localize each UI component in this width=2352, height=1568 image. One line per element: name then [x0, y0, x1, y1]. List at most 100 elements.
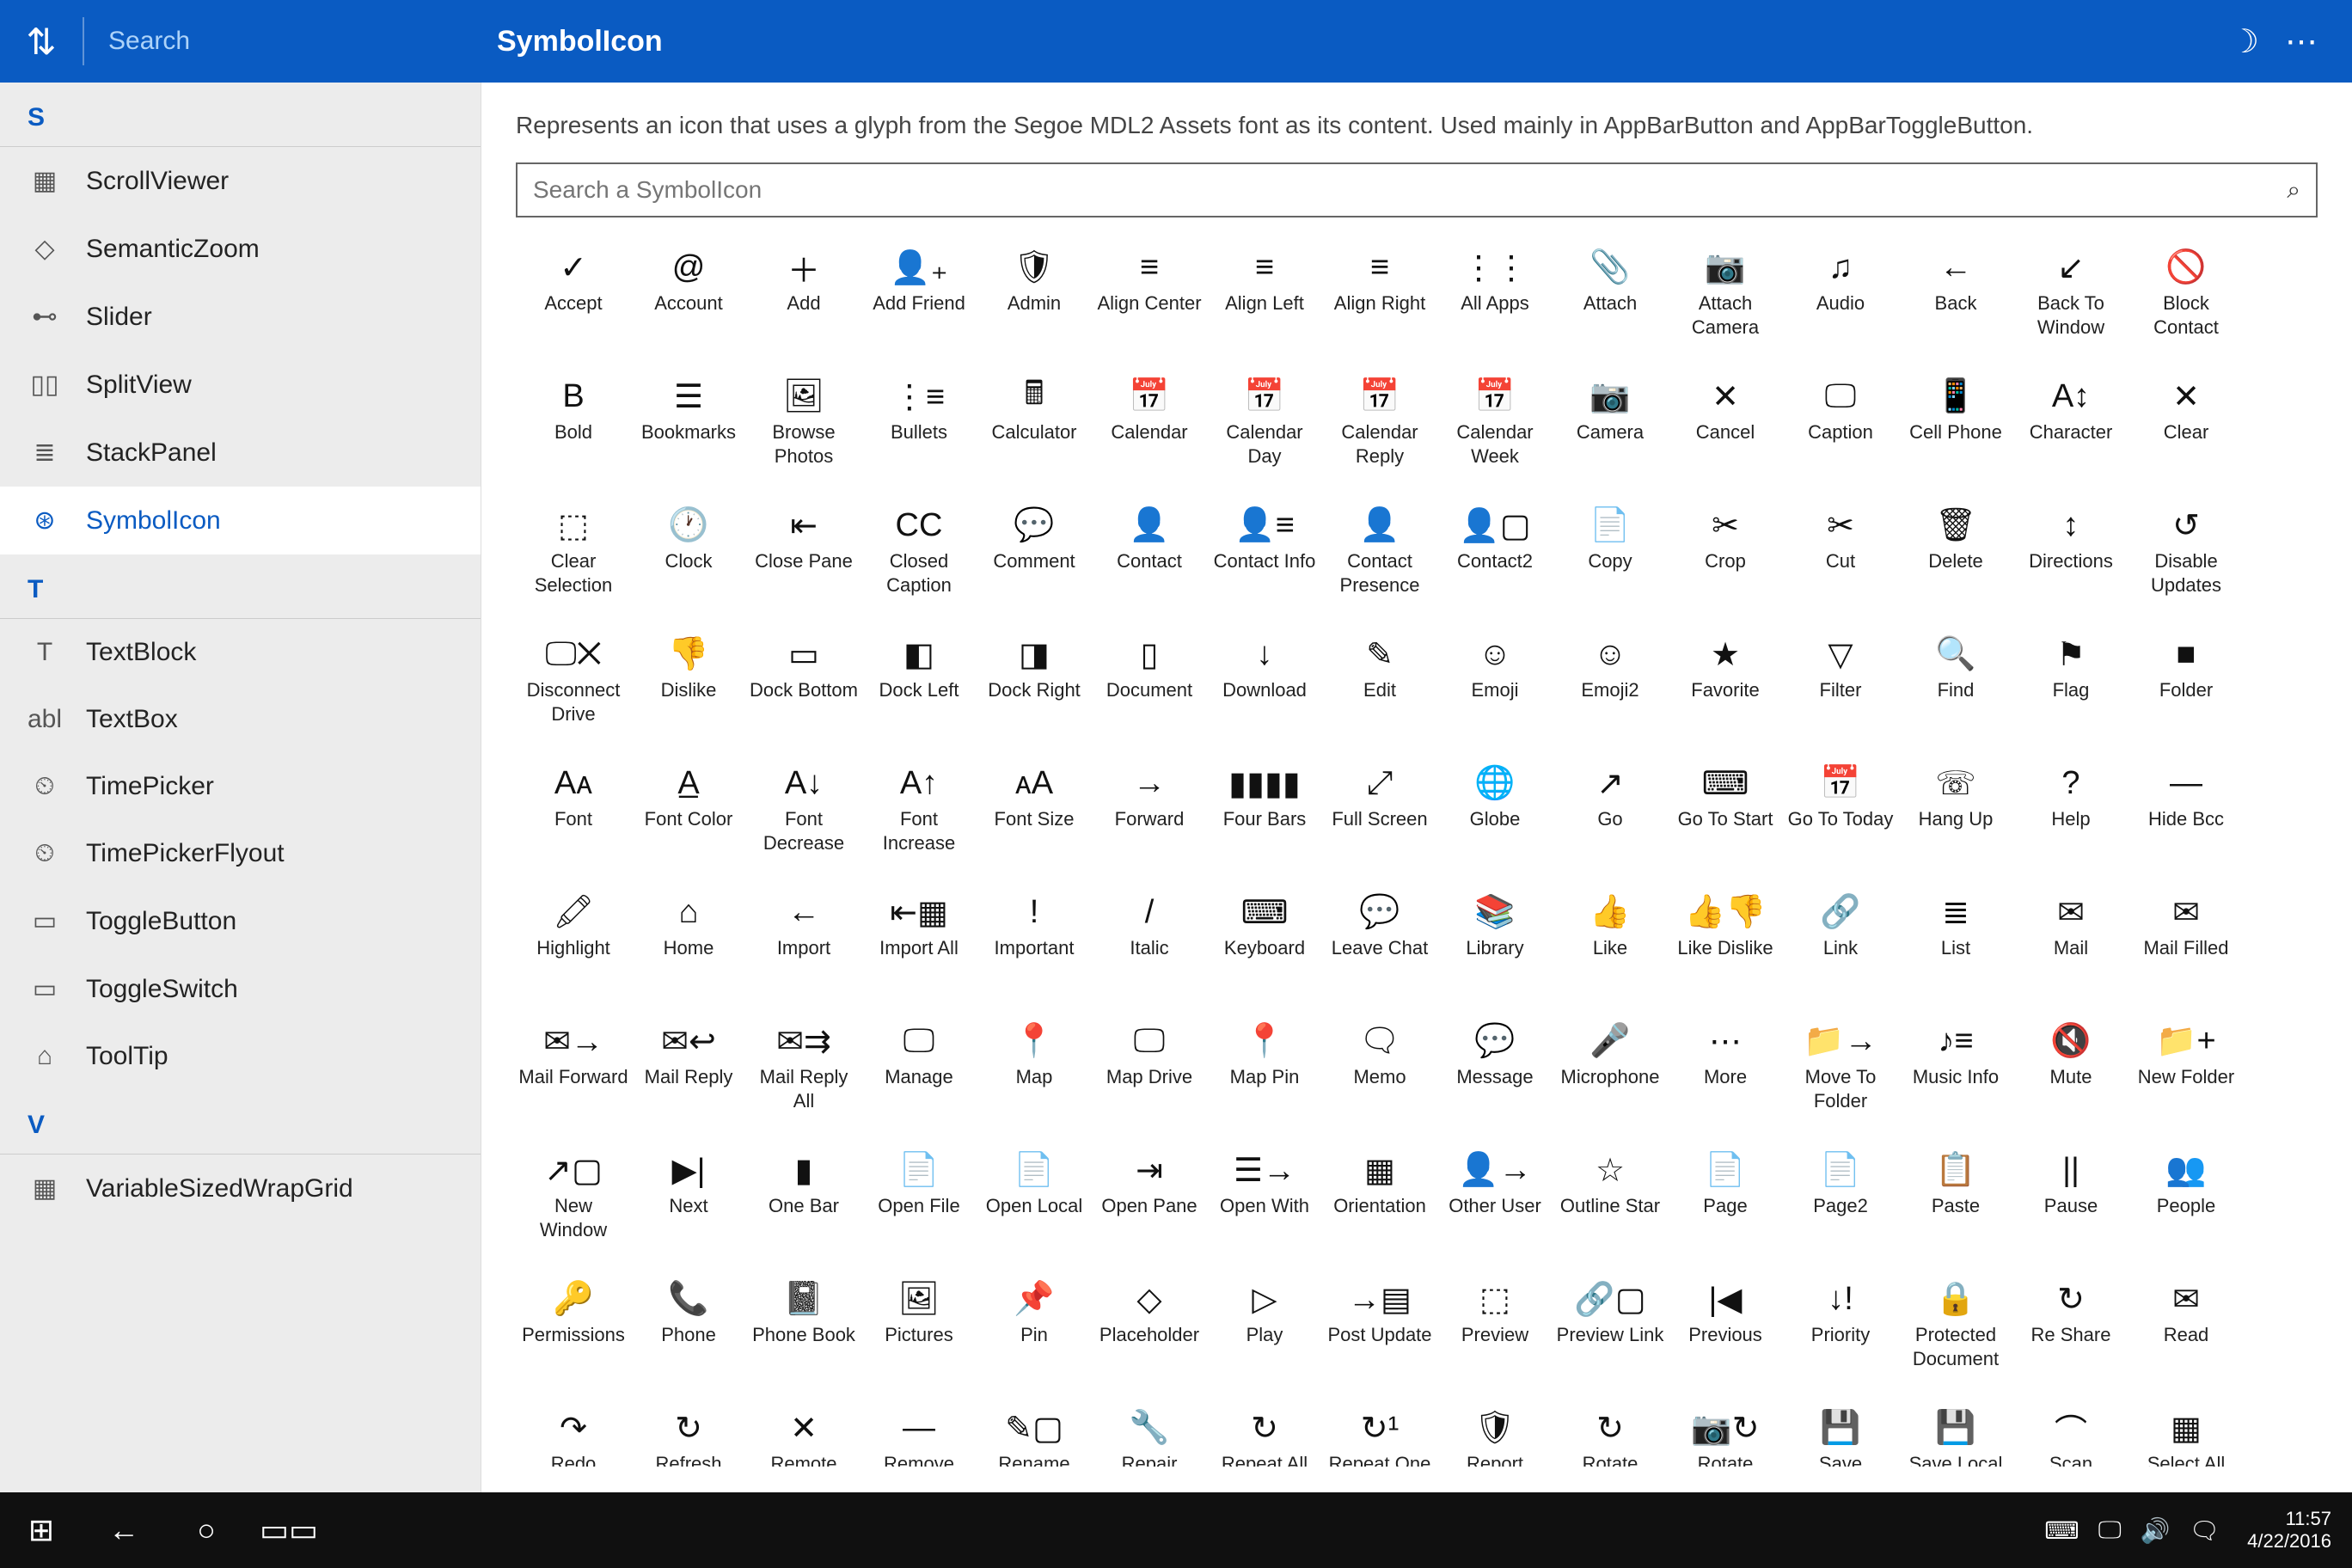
symbol-calendar-week[interactable]: 📅Calendar Week — [1437, 364, 1553, 493]
symbol-comment[interactable]: 💬Comment — [977, 493, 1092, 622]
symbol-hide-bcc[interactable]: —Hide Bcc — [2128, 750, 2244, 879]
symbol-search-box[interactable]: ⌕ — [516, 162, 2318, 217]
symbol-message[interactable]: 💬Message — [1437, 1008, 1553, 1137]
symbol-bookmarks[interactable]: ☰Bookmarks — [631, 364, 746, 493]
symbol-map-drive[interactable]: 🖵Map Drive — [1092, 1008, 1207, 1137]
symbol-bold[interactable]: BBold — [516, 364, 631, 493]
sidebar-search-placeholder[interactable]: Search — [84, 27, 480, 56]
symbol-four-bars[interactable]: ▮▮▮▮Four Bars — [1207, 750, 1322, 879]
symbol-save[interactable]: 💾Save — [1783, 1395, 1898, 1467]
symbol-like-dislike[interactable]: 👍👎Like Dislike — [1668, 879, 1783, 1008]
symbol-globe[interactable]: 🌐Globe — [1437, 750, 1553, 879]
symbol-report[interactable]: 🛡Report — [1437, 1395, 1553, 1467]
symbol-audio[interactable]: ♫Audio — [1783, 235, 1898, 364]
symbol-add[interactable]: ＋Add — [746, 235, 861, 364]
symbol-open-file[interactable]: 📄Open File — [861, 1137, 977, 1266]
tray-icon-3[interactable]: 🗨 — [2190, 1516, 2220, 1545]
symbol-important[interactable]: !Important — [977, 879, 1092, 1008]
symbol-flag[interactable]: ⚑Flag — [2013, 622, 2128, 750]
symbol-placeholder[interactable]: ◇Placeholder — [1092, 1266, 1207, 1395]
sidebar-item-toggleswitch[interactable]: ▭ToggleSwitch — [0, 955, 481, 1023]
symbol-forward[interactable]: →Forward — [1092, 750, 1207, 879]
symbol-character[interactable]: A↕Character — [2013, 364, 2128, 493]
symbol-more[interactable]: ⋯More — [1668, 1008, 1783, 1137]
symbol-calendar-day[interactable]: 📅Calendar Day — [1207, 364, 1322, 493]
symbol-calendar-reply[interactable]: 📅Calendar Reply — [1322, 364, 1437, 493]
symbol-font-increase[interactable]: A↑Font Increase — [861, 750, 977, 879]
symbol-edit[interactable]: ✎Edit — [1322, 622, 1437, 750]
symbol-calculator[interactable]: 🖩Calculator — [977, 364, 1092, 493]
symbol-outline-star[interactable]: ☆Outline Star — [1553, 1137, 1668, 1266]
symbol-preview-link[interactable]: 🔗▢Preview Link — [1553, 1266, 1668, 1395]
symbol-manage[interactable]: 🖵Manage — [861, 1008, 977, 1137]
symbol-redo[interactable]: ↷Redo — [516, 1395, 631, 1467]
symbol-mail-reply-all[interactable]: ✉⇉Mail Reply All — [746, 1008, 861, 1137]
symbol-rotate[interactable]: 📷↻Rotate — [1668, 1395, 1783, 1467]
symbol-close-pane[interactable]: ⇤Close Pane — [746, 493, 861, 622]
sidebar-item-stackpanel[interactable]: ≣StackPanel — [0, 419, 481, 487]
symbol-like[interactable]: 👍Like — [1553, 879, 1668, 1008]
symbol-directions[interactable]: ↕Directions — [2013, 493, 2128, 622]
symbol-preview[interactable]: ⬚Preview — [1437, 1266, 1553, 1395]
symbol-paste[interactable]: 📋Paste — [1898, 1137, 2013, 1266]
tray-icon-2[interactable]: 🔊 — [2141, 1516, 2171, 1545]
sidebar-item-togglebutton[interactable]: ▭ToggleButton — [0, 887, 481, 955]
symbol-rename[interactable]: ✎▢Rename — [977, 1395, 1092, 1467]
symbol-closed-caption[interactable]: CCClosed Caption — [861, 493, 977, 622]
start-button[interactable]: ⊞ — [0, 1492, 83, 1568]
sidebar-item-variablesizedwrapgrid[interactable]: ▦VariableSizedWrapGrid — [0, 1155, 481, 1222]
group-header-t[interactable]: T — [0, 554, 481, 619]
symbol-search-input[interactable] — [533, 176, 2287, 204]
symbol-disable-updates[interactable]: ↺Disable Updates — [2128, 493, 2244, 622]
symbol-re-share[interactable]: ↻Re Share — [2013, 1266, 2128, 1395]
symbol-list[interactable]: ≣List — [1898, 879, 2013, 1008]
symbol-pin[interactable]: 📌Pin — [977, 1266, 1092, 1395]
symbol-mail-reply[interactable]: ✉↩Mail Reply — [631, 1008, 746, 1137]
symbol-font[interactable]: AᴀFont — [516, 750, 631, 879]
symbol-favorite[interactable]: ★Favorite — [1668, 622, 1783, 750]
symbol-font-decrease[interactable]: A↓Font Decrease — [746, 750, 861, 879]
symbol-full-screen[interactable]: ⤢Full Screen — [1322, 750, 1437, 879]
back-button[interactable]: ← — [83, 1492, 165, 1568]
symbol-mail-filled[interactable]: ✉Mail Filled — [2128, 879, 2244, 1008]
tray-icon-0[interactable]: ⌨ — [2044, 1516, 2079, 1545]
symbol-new-window[interactable]: ↗▢New Window — [516, 1137, 631, 1266]
symbol-people[interactable]: 👥People — [2128, 1137, 2244, 1266]
symbol-calendar[interactable]: 📅Calendar — [1092, 364, 1207, 493]
symbol-font-color[interactable]: A̲Font Color — [631, 750, 746, 879]
symbol-read[interactable]: ✉Read — [2128, 1266, 2244, 1395]
symbol-download[interactable]: ↓Download — [1207, 622, 1322, 750]
taskview-button[interactable]: ▭▭ — [248, 1492, 330, 1568]
symbol-import[interactable]: ←Import — [746, 879, 861, 1008]
symbol-back[interactable]: ←Back — [1898, 235, 2013, 364]
symbol-next[interactable]: ▶|Next — [631, 1137, 746, 1266]
symbol-go-to-today[interactable]: 📅Go To Today — [1783, 750, 1898, 879]
symbol-dock-right[interactable]: ◨Dock Right — [977, 622, 1092, 750]
symbol-italic[interactable]: /Italic — [1092, 879, 1207, 1008]
symbol-find[interactable]: 🔍Find — [1898, 622, 2013, 750]
symbol-document[interactable]: ▯Document — [1092, 622, 1207, 750]
symbol-contact2[interactable]: 👤▢Contact2 — [1437, 493, 1553, 622]
symbol-emoji2[interactable]: ☺Emoji2 — [1553, 622, 1668, 750]
more-icon[interactable]: ⋯ — [2285, 22, 2318, 61]
sidebar-item-tooltip[interactable]: ⌂ToolTip — [0, 1023, 481, 1090]
symbol-remove[interactable]: —Remove — [861, 1395, 977, 1467]
symbol-repair[interactable]: 🔧Repair — [1092, 1395, 1207, 1467]
symbol-open-with[interactable]: ☰→Open With — [1207, 1137, 1322, 1266]
symbol-contact-presence[interactable]: 👤Contact Presence — [1322, 493, 1437, 622]
symbol-orientation[interactable]: ▦Orientation — [1322, 1137, 1437, 1266]
symbol-phone[interactable]: 📞Phone — [631, 1266, 746, 1395]
symbol-copy[interactable]: 📄Copy — [1553, 493, 1668, 622]
symbol-one-bar[interactable]: ▮One Bar — [746, 1137, 861, 1266]
symbol-accept[interactable]: ✓Accept — [516, 235, 631, 364]
symbol-hang-up[interactable]: ☏Hang Up — [1898, 750, 2013, 879]
symbol-previous[interactable]: |◀Previous — [1668, 1266, 1783, 1395]
symbol-home[interactable]: ⌂Home — [631, 879, 746, 1008]
symbol-dock-left[interactable]: ◧Dock Left — [861, 622, 977, 750]
symbol-keyboard[interactable]: ⌨Keyboard — [1207, 879, 1322, 1008]
symbol-mail-forward[interactable]: ✉→Mail Forward — [516, 1008, 631, 1137]
symbol-help[interactable]: ?Help — [2013, 750, 2128, 879]
symbol-phone-book[interactable]: 📓Phone Book — [746, 1266, 861, 1395]
symbol-all-apps[interactable]: ⋮⋮All Apps — [1437, 235, 1553, 364]
symbol-crop[interactable]: ✂Crop — [1668, 493, 1783, 622]
